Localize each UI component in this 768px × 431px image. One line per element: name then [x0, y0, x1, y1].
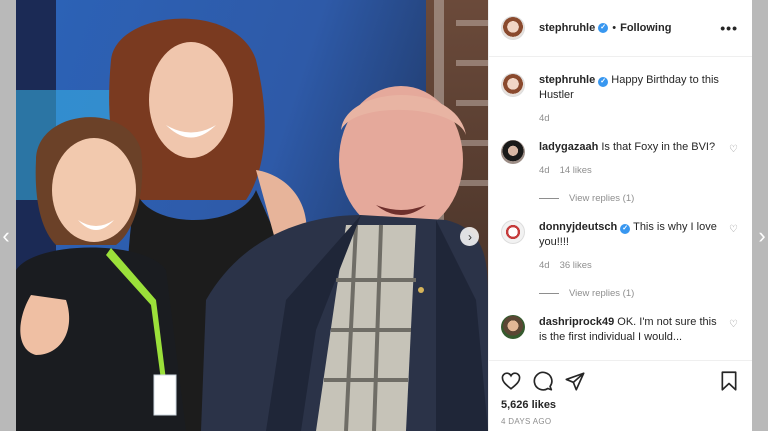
- view-replies-label: View replies (1): [569, 193, 635, 204]
- comment-icon[interactable]: [533, 371, 553, 391]
- replies-divider: [539, 293, 559, 294]
- caption-age[interactable]: 4d: [539, 113, 550, 124]
- like-comment-heart-icon[interactable]: ♡: [724, 220, 738, 235]
- share-icon[interactable]: [565, 371, 585, 391]
- comment-username[interactable]: dashriprock49: [539, 316, 614, 328]
- commenter-avatar[interactable]: [501, 140, 525, 164]
- comment-item: ladygazaah Is that Foxy in the BVI? 4d 14…: [501, 140, 738, 206]
- verified-badge-icon: ✓: [620, 224, 631, 234]
- comments-list[interactable]: stephruhle ✓ Happy Birthday to this Hustl…: [489, 57, 752, 360]
- post-photo[interactable]: ›: [16, 0, 488, 431]
- caption-avatar[interactable]: [501, 73, 525, 97]
- comment-likes[interactable]: 14 likes: [560, 165, 592, 176]
- comment-item: donnyjdeutsch ✓ This is why I love you!!!…: [501, 220, 738, 301]
- next-photo-button[interactable]: ›: [460, 227, 479, 246]
- comment-age[interactable]: 4d: [539, 165, 550, 176]
- like-comment-heart-icon[interactable]: ♡: [724, 315, 738, 330]
- chevron-right-icon: ›: [468, 229, 472, 244]
- verified-badge-icon: ✓: [598, 77, 609, 87]
- post-header: stephruhle ✓ • Following •••: [489, 0, 752, 57]
- post-side-panel: stephruhle ✓ • Following ••• stephruhle ✓…: [488, 0, 752, 431]
- post-actions-footer: 5,626 likes 4 DAYS AGO: [489, 360, 752, 431]
- bookmark-icon[interactable]: [720, 371, 738, 391]
- action-bar: [501, 371, 738, 391]
- comment-text: Is that Foxy in the BVI?: [601, 141, 716, 153]
- author-avatar[interactable]: [501, 16, 525, 40]
- caption: stephruhle ✓ Happy Birthday to this Hustl…: [501, 73, 738, 126]
- view-replies-button[interactable]: View replies (1): [539, 286, 721, 301]
- author-username[interactable]: stephruhle: [539, 22, 595, 34]
- verified-badge-icon: ✓: [598, 23, 609, 33]
- next-post-arrow-icon[interactable]: ›: [756, 225, 768, 247]
- post-modal: › stephruhle ✓ • Following ••• stephruhl…: [16, 0, 752, 431]
- more-options-icon[interactable]: •••: [720, 20, 738, 36]
- comment-username[interactable]: donnyjdeutsch: [539, 221, 617, 233]
- replies-divider: [539, 198, 559, 199]
- comment-username[interactable]: ladygazaah: [539, 141, 598, 153]
- commenter-avatar[interactable]: [501, 315, 525, 339]
- header-separator: •: [612, 22, 617, 34]
- commenter-avatar[interactable]: [501, 220, 525, 244]
- view-replies-button[interactable]: View replies (1): [539, 191, 721, 206]
- like-count[interactable]: 5,626 likes: [501, 399, 738, 411]
- comment-age[interactable]: 4d: [539, 260, 550, 271]
- caption-username[interactable]: stephruhle: [539, 74, 595, 86]
- follow-status-button[interactable]: Following: [620, 22, 671, 34]
- previous-post-arrow-icon[interactable]: ‹: [0, 225, 12, 247]
- comment-item: dashriprock49 OK. I'm not sure this is t…: [501, 315, 738, 345]
- like-heart-icon[interactable]: [501, 372, 521, 390]
- comment-likes[interactable]: 36 likes: [560, 260, 592, 271]
- post-timestamp[interactable]: 4 DAYS AGO: [501, 417, 738, 426]
- like-comment-heart-icon[interactable]: ♡: [724, 140, 738, 155]
- view-replies-label: View replies (1): [569, 288, 635, 299]
- photo-illustration: [16, 0, 488, 431]
